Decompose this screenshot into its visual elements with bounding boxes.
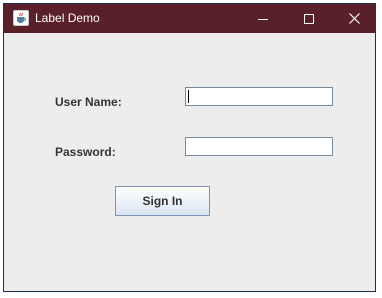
minimize-icon bbox=[258, 18, 268, 20]
minimize-button[interactable] bbox=[240, 4, 286, 33]
text-caret bbox=[188, 90, 189, 103]
app-window: Label Demo User Name: Password: Sign In bbox=[3, 3, 376, 292]
password-label: Password: bbox=[55, 145, 116, 159]
password-field[interactable] bbox=[185, 137, 333, 156]
maximize-button[interactable] bbox=[286, 4, 332, 33]
java-cup-icon[interactable] bbox=[13, 10, 29, 26]
maximize-icon bbox=[304, 13, 314, 24]
sign-in-button[interactable]: Sign In bbox=[115, 186, 210, 216]
close-button[interactable] bbox=[331, 4, 377, 33]
close-icon bbox=[348, 13, 360, 24]
content-panel: User Name: Password: Sign In bbox=[4, 33, 375, 291]
username-label: User Name: bbox=[55, 95, 122, 109]
window-title: Label Demo bbox=[35, 11, 100, 25]
username-field[interactable] bbox=[185, 87, 333, 106]
title-bar[interactable]: Label Demo bbox=[4, 4, 375, 33]
